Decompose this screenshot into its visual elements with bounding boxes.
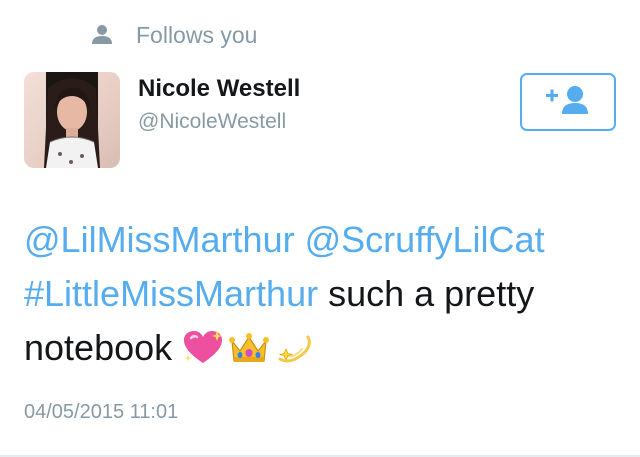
person-icon xyxy=(90,23,114,47)
tweet-text-segment: notebook xyxy=(24,327,173,368)
mention-link[interactable]: @ScruffyLilCat xyxy=(305,219,545,260)
sparkling-heart-emoji xyxy=(182,328,224,366)
tweet-text-segment: such a pretty xyxy=(318,273,535,314)
follows-you-label: Follows you xyxy=(136,22,258,48)
tweet-text: @LilMissMarthur @ScruffyLilCat #LittleMis… xyxy=(24,213,624,375)
mention-link[interactable]: @LilMissMarthur xyxy=(24,219,295,260)
follow-button[interactable] xyxy=(520,73,616,131)
crown-emoji xyxy=(228,328,270,366)
follows-you-context: Follows you xyxy=(90,20,257,50)
hashtag-link[interactable]: #LittleMissMarthur xyxy=(24,273,318,314)
avatar[interactable] xyxy=(24,72,120,168)
add-user-icon xyxy=(544,84,592,121)
username[interactable]: @NicoleWestell xyxy=(138,108,286,136)
dizzy-emoji xyxy=(274,328,316,366)
tweet-timestamp: 04/05/2015 11:01 xyxy=(24,401,179,423)
display-name[interactable]: Nicole Westell xyxy=(138,74,300,104)
